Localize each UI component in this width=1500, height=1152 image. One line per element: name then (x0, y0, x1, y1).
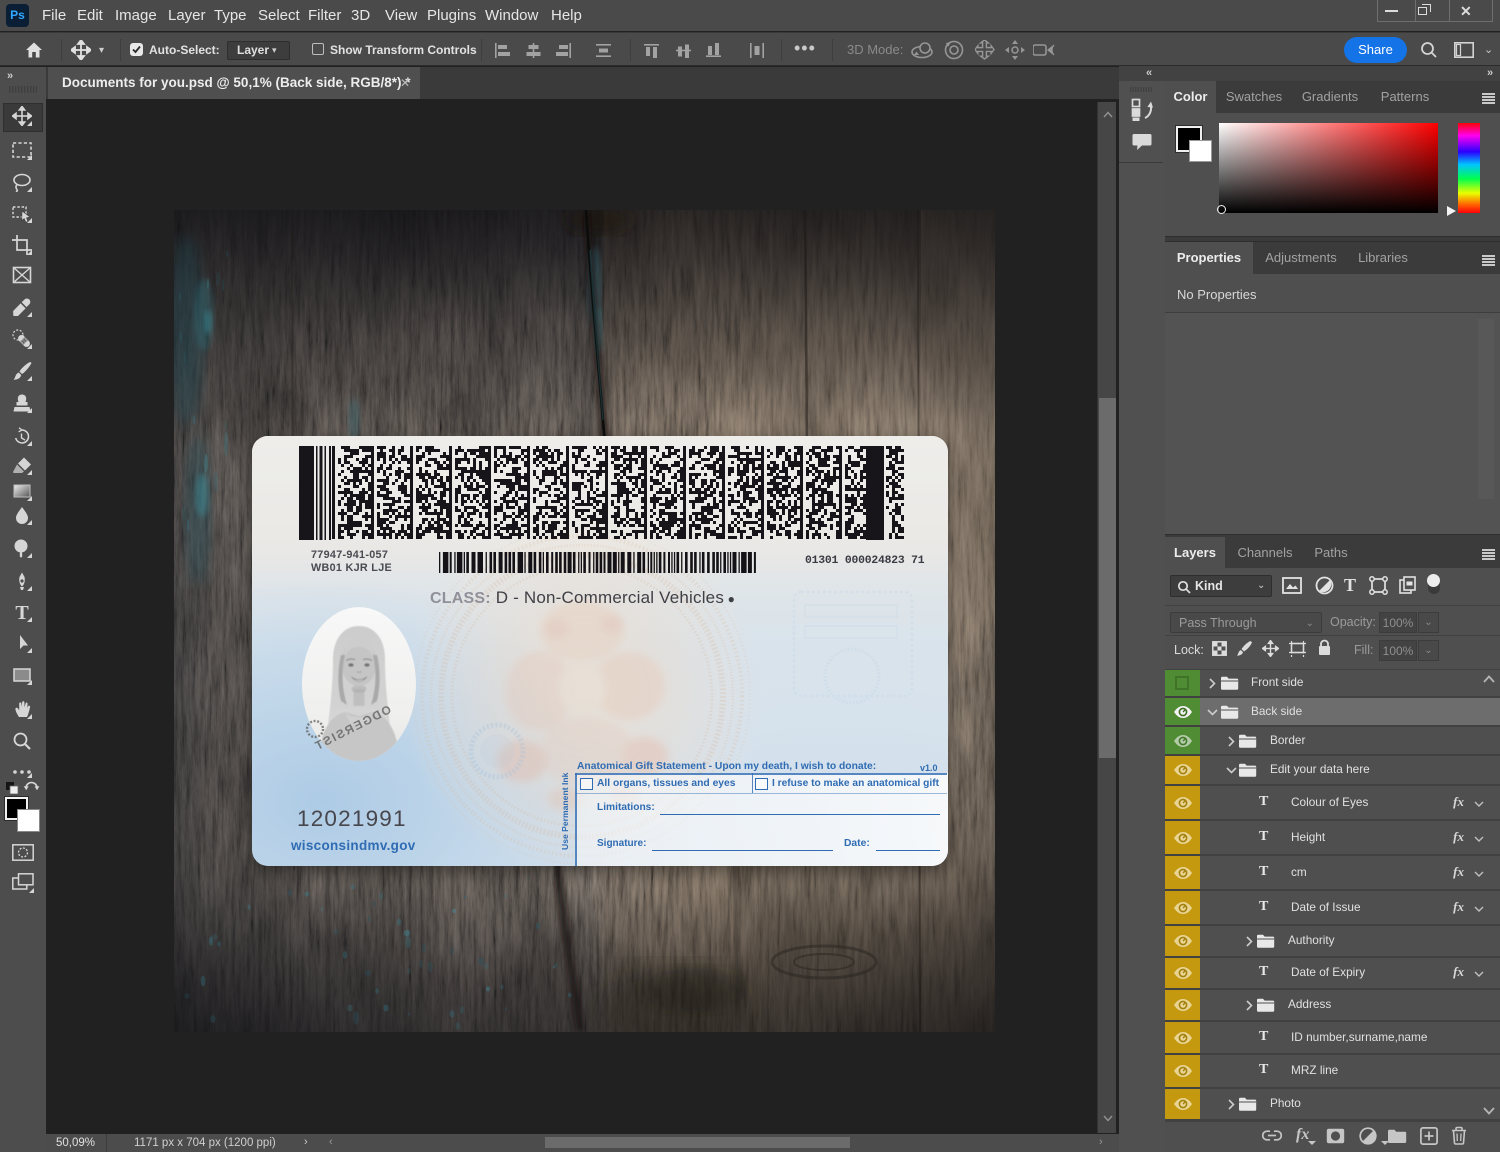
svg-text:T: T (15, 602, 29, 622)
